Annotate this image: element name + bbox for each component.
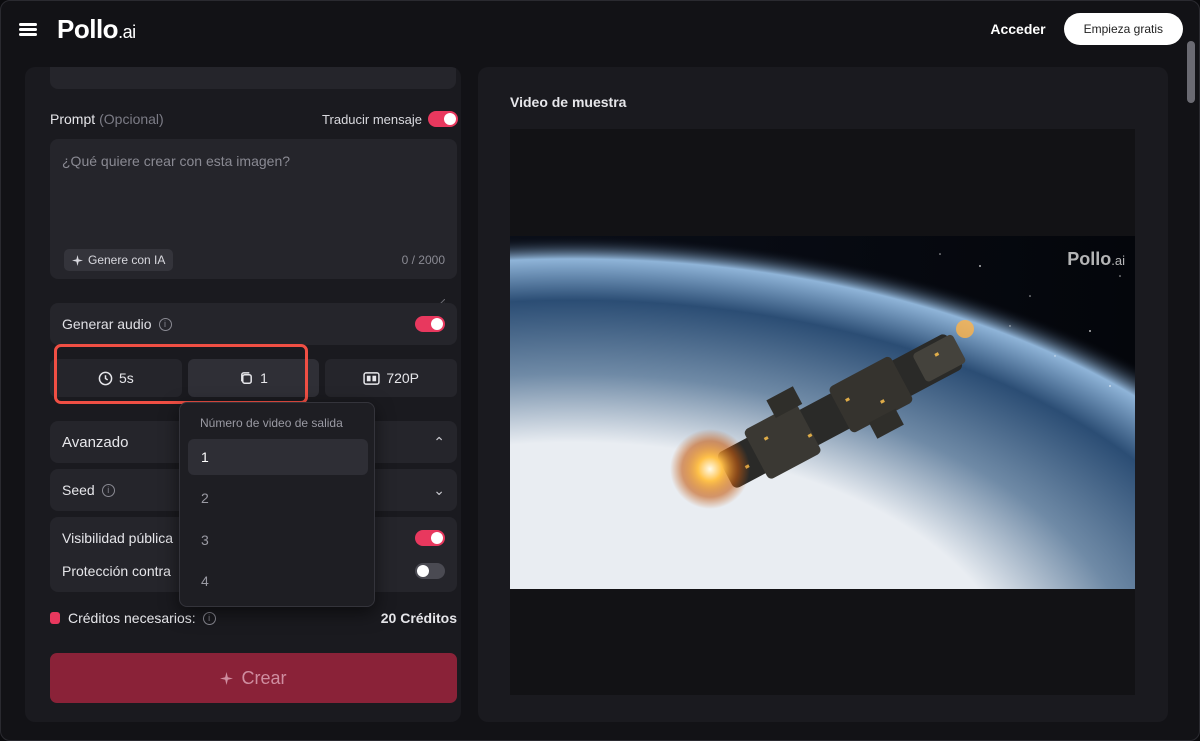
dropdown-item[interactable]: 2 bbox=[188, 480, 368, 516]
generate-audio-row: Generar audio i bbox=[50, 303, 457, 345]
info-icon[interactable]: i bbox=[158, 317, 172, 331]
app-frame: Pollo.ai Acceder Empieza gratis Prompt (… bbox=[0, 0, 1200, 741]
output-count-dropdown: Número de video de salida 1 2 3 4 bbox=[179, 402, 375, 607]
credits-icon bbox=[50, 612, 60, 624]
generate-audio-label: Generar audio bbox=[62, 316, 152, 332]
public-visibility-label: Visibilidad pública bbox=[62, 530, 174, 546]
preview-panel: Video de muestra Pollo.ai bbox=[478, 67, 1168, 722]
resolution-value: 720P bbox=[386, 370, 420, 386]
dropdown-title: Número de video de salida bbox=[200, 416, 343, 430]
hamburger-menu-icon[interactable] bbox=[19, 21, 39, 37]
header: Pollo.ai Acceder Empieza gratis bbox=[1, 1, 1199, 57]
login-link[interactable]: Acceder bbox=[990, 21, 1045, 37]
translate-toggle[interactable] bbox=[428, 111, 458, 127]
video-player[interactable]: Pollo.ai bbox=[510, 129, 1135, 695]
logo[interactable]: Pollo.ai bbox=[57, 14, 136, 45]
previous-field bbox=[50, 67, 456, 89]
info-icon[interactable]: i bbox=[202, 611, 216, 625]
chevron-down-icon: ⌄ bbox=[433, 481, 445, 498]
scrollbar-thumb[interactable] bbox=[1187, 41, 1195, 103]
prompt-label: Prompt bbox=[50, 111, 96, 127]
dropdown-item[interactable]: 4 bbox=[188, 563, 368, 599]
prompt-header: Prompt (Opcional) Traducir mensaje bbox=[50, 111, 458, 127]
translate-label: Traducir mensaje bbox=[322, 111, 422, 127]
credits-label: Créditos necesarios: bbox=[68, 610, 196, 626]
advanced-label: Avanzado bbox=[62, 433, 129, 451]
resolution-option[interactable]: 720P bbox=[325, 359, 458, 397]
protection-toggle[interactable] bbox=[415, 563, 445, 579]
create-label: Crear bbox=[241, 667, 287, 688]
generate-audio-toggle[interactable] bbox=[415, 316, 445, 332]
chevron-up-icon: ⌃ bbox=[433, 433, 445, 450]
header-actions: Acceder Empieza gratis bbox=[990, 13, 1183, 45]
translate-control: Traducir mensaje bbox=[322, 111, 458, 127]
dropdown-item[interactable]: 3 bbox=[188, 522, 368, 558]
generate-with-ai-button[interactable]: Genere con IA bbox=[64, 249, 174, 271]
seed-label: Seed bbox=[62, 482, 95, 498]
sample-video-title: Video de muestra bbox=[510, 94, 627, 110]
watermark-suffix: .ai bbox=[1111, 253, 1125, 268]
start-free-button[interactable]: Empieza gratis bbox=[1063, 13, 1183, 45]
dropdown-item[interactable]: 1 bbox=[188, 439, 368, 475]
prompt-optional-label: (Opcional) bbox=[99, 111, 164, 127]
prompt-placeholder: ¿Qué quiere crear con esta imagen? bbox=[62, 153, 291, 169]
video-watermark: Pollo.ai bbox=[1067, 249, 1125, 270]
protection-label: Protección contra bbox=[62, 563, 171, 579]
prompt-input[interactable]: ¿Qué quiere crear con esta imagen? Gener… bbox=[50, 139, 457, 307]
logo-text: Pollo bbox=[57, 13, 119, 44]
sample-video-frame bbox=[510, 236, 1135, 589]
logo-suffix: .ai bbox=[118, 21, 136, 42]
public-visibility-toggle[interactable] bbox=[415, 530, 445, 546]
resolution-icon bbox=[363, 371, 380, 385]
create-button[interactable]: Crear bbox=[50, 653, 457, 703]
page-scrollbar[interactable] bbox=[1187, 41, 1195, 701]
sparkle-icon bbox=[72, 254, 83, 266]
credits-value: 20 Créditos bbox=[380, 610, 457, 626]
info-icon[interactable]: i bbox=[101, 483, 115, 497]
generate-with-ai-label: Genere con IA bbox=[88, 253, 166, 267]
credits-row: Créditos necesarios: i 20 Créditos bbox=[50, 610, 457, 626]
char-counter: 0 / 2000 bbox=[401, 253, 445, 267]
watermark-text: Pollo bbox=[1067, 249, 1112, 269]
highlight-box bbox=[54, 344, 308, 404]
sparkle-icon bbox=[220, 671, 234, 685]
